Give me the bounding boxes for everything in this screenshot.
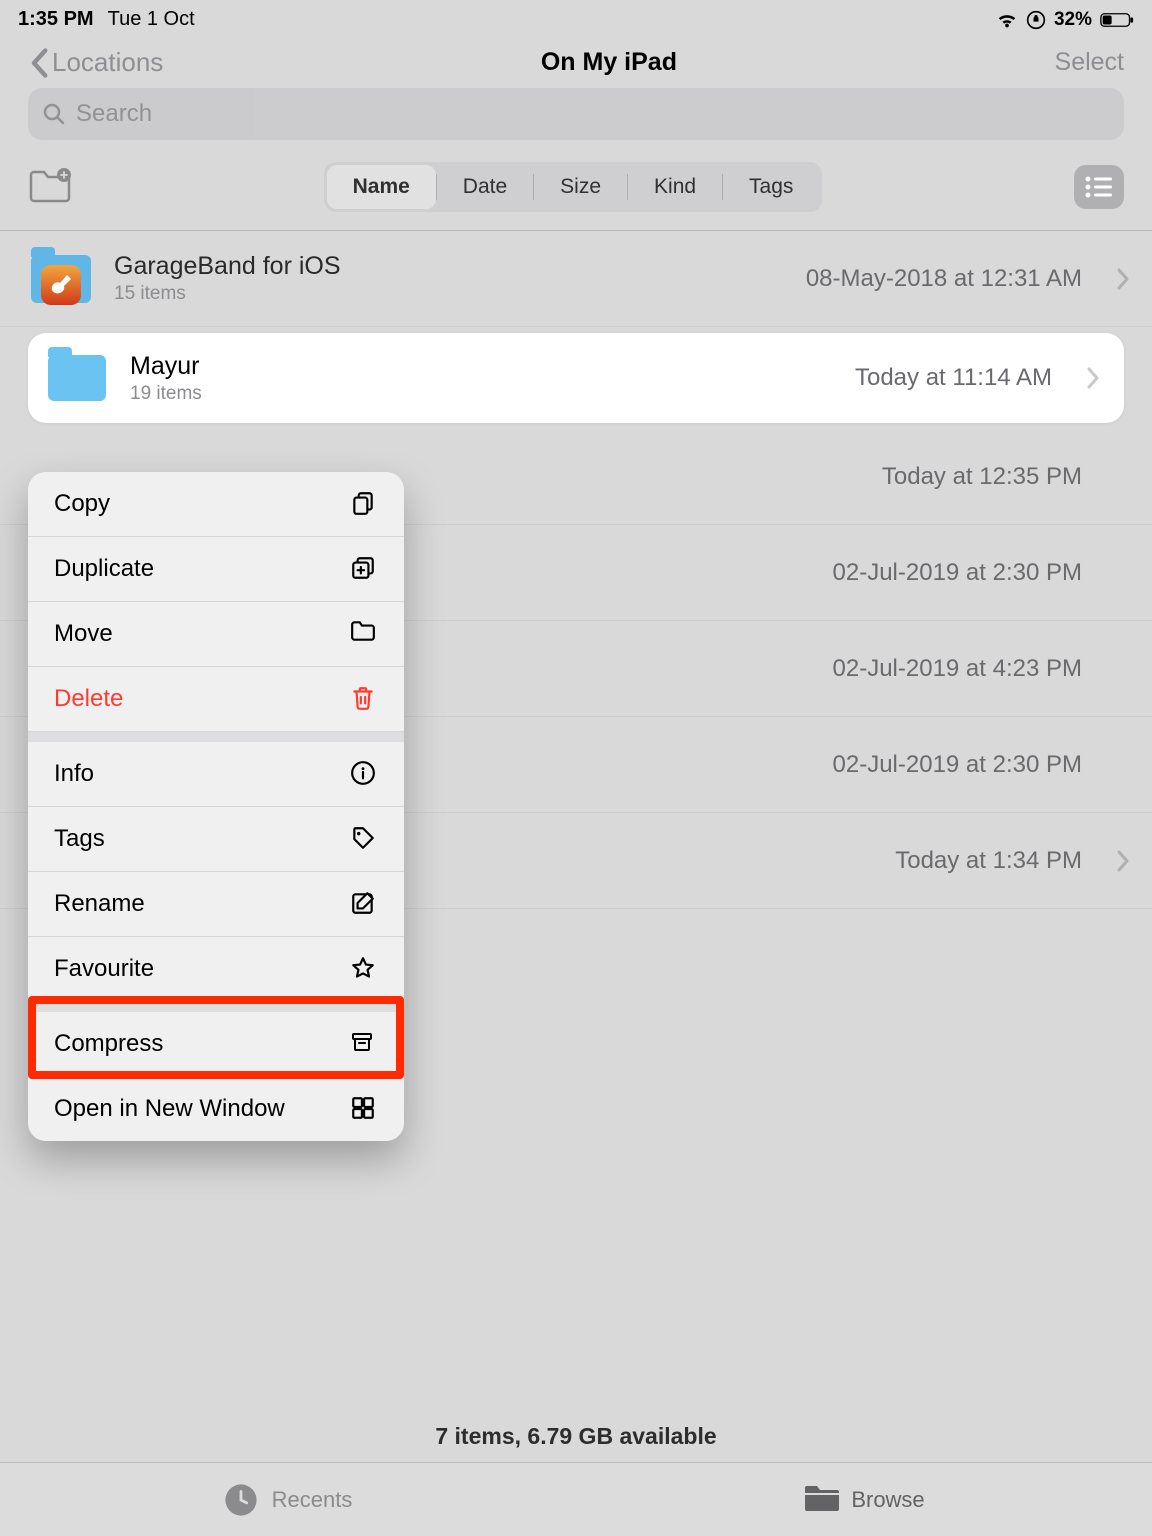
grid-icon — [350, 1095, 378, 1123]
menu-item-label: Duplicate — [54, 555, 154, 583]
list-view-button[interactable] — [1074, 165, 1124, 209]
file-date: 02-Jul-2019 at 4:23 PM — [833, 655, 1082, 683]
file-name: Mayur — [130, 352, 833, 381]
sort-size[interactable]: Size — [534, 165, 627, 209]
menu-item-label: Info — [54, 760, 94, 788]
menu-rename[interactable]: Rename — [28, 872, 404, 937]
file-subtitle: 19 items — [130, 383, 833, 405]
menu-duplicate[interactable]: Duplicate — [28, 537, 404, 602]
sort-tags[interactable]: Tags — [723, 165, 819, 209]
menu-copy[interactable]: Copy — [28, 472, 404, 537]
storage-summary: 7 items, 6.79 GB available — [0, 1423, 1152, 1450]
file-date: Today at 1:34 PM — [895, 847, 1082, 875]
file-subtitle: 15 items — [114, 283, 784, 305]
select-button[interactable]: Select — [1055, 48, 1124, 77]
sort-kind[interactable]: Kind — [628, 165, 722, 209]
search-input[interactable] — [76, 100, 1110, 128]
menu-compress[interactable]: Compress — [28, 1002, 404, 1077]
menu-open-in-new-window[interactable]: Open in New Window — [28, 1077, 404, 1141]
status-date: Tue 1 Oct — [108, 8, 195, 31]
star-icon — [350, 955, 378, 983]
folder-icon — [46, 347, 108, 409]
battery-pct: 32% — [1054, 9, 1092, 31]
menu-item-label: Copy — [54, 490, 110, 518]
menu-item-label: Delete — [54, 685, 123, 713]
menu-item-label: Move — [54, 620, 113, 648]
sort-name[interactable]: Name — [327, 165, 436, 209]
list-icon — [1084, 175, 1114, 199]
menu-favourite[interactable]: Favourite — [28, 937, 404, 1002]
file-date: 02-Jul-2019 at 2:30 PM — [833, 559, 1082, 587]
new-folder-button[interactable] — [28, 168, 72, 206]
file-row[interactable]: GarageBand for iOS15 items 08-May-2018 at… — [0, 231, 1152, 327]
edit-icon — [350, 890, 378, 918]
back-label: Locations — [52, 47, 163, 78]
tab-browse[interactable]: Browse — [576, 1463, 1152, 1536]
file-date: Today at 11:14 AM — [855, 364, 1052, 392]
menu-item-label: Tags — [54, 825, 105, 853]
menu-item-label: Compress — [54, 1030, 163, 1058]
menu-item-label: Open in New Window — [54, 1095, 285, 1123]
battery-icon — [1100, 12, 1134, 28]
folder-outline-icon — [350, 620, 378, 648]
chevron-right-icon — [1116, 849, 1130, 873]
tab-bar: Recents Browse — [0, 1462, 1152, 1536]
chevron-left-icon — [28, 48, 50, 78]
chevron-right-icon — [1116, 267, 1130, 291]
tag-icon — [350, 825, 378, 853]
context-menu: Copy Duplicate Move Delete Info Tags Rename Fav… — [28, 472, 404, 1141]
status-bar: 1:35 PM Tue 1 Oct 32% — [0, 0, 1152, 35]
search-field[interactable] — [28, 88, 1124, 140]
menu-delete[interactable]: Delete — [28, 667, 404, 732]
copy-icon — [350, 490, 378, 518]
tab-recents-label: Recents — [272, 1487, 353, 1513]
file-name: GarageBand for iOS — [114, 252, 784, 281]
tab-recents[interactable]: Recents — [0, 1463, 576, 1536]
sort-date[interactable]: Date — [437, 165, 533, 209]
menu-info[interactable]: Info — [28, 732, 404, 807]
search-icon — [42, 102, 66, 126]
tab-browse-label: Browse — [851, 1487, 924, 1513]
file-date: Today at 12:35 PM — [882, 463, 1082, 491]
folder-icon — [803, 1483, 837, 1517]
info-icon — [350, 760, 378, 788]
clock-icon — [224, 1483, 258, 1517]
garageband-icon — [30, 248, 92, 310]
toolbar: NameDateSizeKindTags — [0, 140, 1152, 230]
duplicate-icon — [350, 555, 378, 583]
sort-segmented: NameDateSizeKindTags — [324, 162, 823, 212]
nav-bar: Locations On My iPad Select — [0, 35, 1152, 88]
chevron-right-icon — [1086, 366, 1100, 390]
file-date: 08-May-2018 at 12:31 AM — [806, 265, 1082, 293]
back-button[interactable]: Locations — [28, 47, 163, 78]
file-row[interactable]: Mayur19 items Today at 11:14 AM — [28, 333, 1124, 423]
menu-item-label: Favourite — [54, 955, 154, 983]
wifi-icon — [996, 11, 1018, 29]
archive-icon — [350, 1030, 378, 1058]
orientation-lock-icon — [1026, 10, 1046, 30]
file-date: 02-Jul-2019 at 2:30 PM — [833, 751, 1082, 779]
menu-item-label: Rename — [54, 890, 145, 918]
menu-tags[interactable]: Tags — [28, 807, 404, 872]
menu-move[interactable]: Move — [28, 602, 404, 667]
page-title: On My iPad — [541, 48, 677, 77]
status-time: 1:35 PM — [18, 8, 94, 31]
trash-icon — [350, 685, 378, 713]
